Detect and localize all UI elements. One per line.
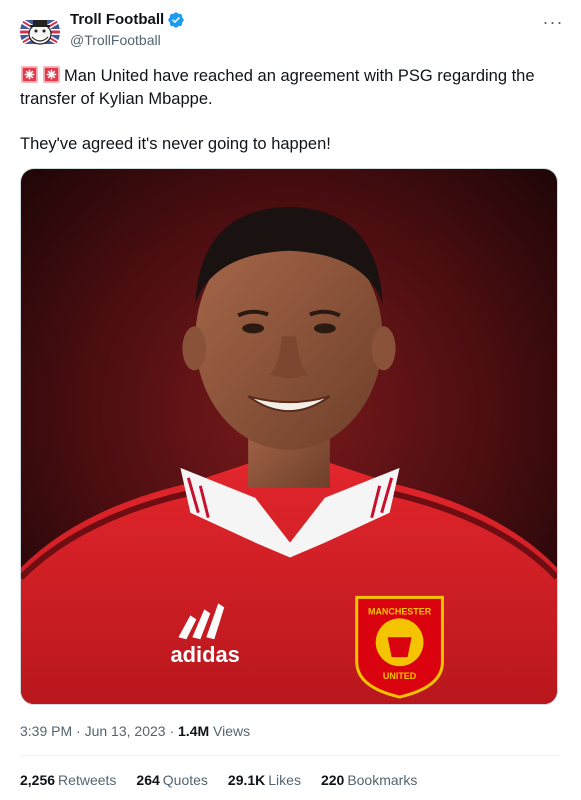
club-crest-icon: MANCHESTER UNITED: [355, 595, 444, 699]
divider: [20, 755, 560, 756]
siren-icon: [20, 65, 39, 84]
tweet-media-image[interactable]: adidas MANCHESTER UNITED: [20, 168, 558, 705]
views-label: Views: [209, 723, 251, 739]
views-count: 1.4M: [178, 723, 210, 739]
tweet-line-1-text: Man United have reached an agreement wit…: [20, 67, 535, 108]
more-options-button[interactable]: ···: [541, 10, 565, 34]
tweet-meta: 3:39 PM · Jun 13, 2023 · 1.4M Views: [20, 723, 251, 739]
crest-top-label: MANCHESTER: [368, 606, 432, 616]
crest-bottom-label: UNITED: [383, 671, 417, 681]
stat-quotes[interactable]: 264 Quotes: [136, 770, 208, 790]
engagement-stats: 2,256 Retweets 264 Quotes 29.1K Likes 220 Bo…: [20, 770, 417, 790]
tweet-time[interactable]: 3:39 PM: [20, 723, 72, 739]
tweet-text: Man United have reached an agreement wit…: [20, 65, 560, 156]
stat-retweets[interactable]: 2,256 Retweets: [20, 770, 116, 790]
author-handle[interactable]: @TrollFootball: [70, 31, 161, 49]
player-photo: adidas MANCHESTER UNITED: [21, 169, 557, 704]
siren-icon: [42, 65, 61, 84]
kit-brand-label: adidas: [170, 642, 239, 667]
author-avatar[interactable]: [20, 12, 60, 52]
tweet-line-2: They've agreed it's never going to happe…: [20, 135, 331, 153]
author-display-name[interactable]: Troll Football: [70, 10, 164, 30]
stat-bookmarks[interactable]: 220 Bookmarks: [321, 770, 417, 790]
troll-face-union-jack-avatar-icon: [20, 12, 60, 52]
tweet-date[interactable]: Jun 13, 2023: [85, 723, 166, 739]
tweet-header: Troll Football @TrollFootball ···: [20, 8, 565, 52]
tweet-line-1: Man United have reached an agreement wit…: [20, 65, 560, 111]
stat-likes[interactable]: 29.1K Likes: [228, 770, 301, 790]
verified-badge-icon: [167, 11, 185, 29]
